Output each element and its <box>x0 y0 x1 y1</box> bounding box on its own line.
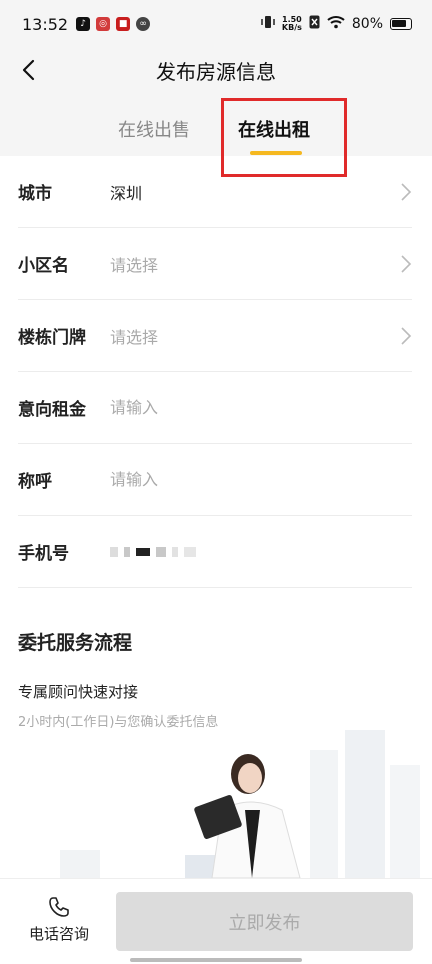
sync-icon: ∞ <box>136 17 151 31</box>
building-label: 楼栋门牌 <box>18 328 86 348</box>
mask-block <box>136 547 150 556</box>
rent-input[interactable] <box>110 398 350 417</box>
chevron-left-icon <box>22 59 35 81</box>
name-label: 称呼 <box>18 472 52 492</box>
status-right: 1.50 KB/s 80% <box>261 15 412 33</box>
building-row[interactable]: 楼栋门牌 请选择 <box>18 300 412 372</box>
phone-icon <box>49 897 69 917</box>
battery-percent: 80% <box>351 16 383 32</box>
battery-icon <box>390 18 412 30</box>
status-left: 13:52 ♪ ◎ ■ ∞ <box>22 14 151 34</box>
status-time: 13:52 <box>22 14 69 34</box>
chevron-right-icon <box>401 327 412 345</box>
mask-block <box>184 546 196 557</box>
community-row[interactable]: 小区名 请选择 <box>18 228 412 300</box>
header: 发布房源信息 <box>0 48 432 92</box>
active-tab-indicator <box>250 151 302 155</box>
net-speed-unit: KB/s <box>281 23 302 32</box>
rent-row: 意向租金 <box>18 372 412 444</box>
vibrate-icon <box>261 15 275 33</box>
bank-app-icon: ◎ <box>96 17 111 31</box>
tab-rent[interactable]: 在线出租 <box>238 116 310 142</box>
chevron-right-icon <box>401 255 412 273</box>
step-description: 2小时内(工作日)与您确认委托信息 <box>18 715 219 730</box>
wifi-icon <box>327 15 345 33</box>
mask-block <box>172 546 178 557</box>
page-title: 发布房源信息 <box>156 59 276 84</box>
net-speed: 1.50 KB/s <box>282 16 302 32</box>
listing-form: 城市 深圳 小区名 请选择 楼栋门牌 请选择 意向租金 称呼 手机号 <box>0 156 432 588</box>
city-value: 深圳 <box>110 183 143 203</box>
city-label: 城市 <box>18 184 52 204</box>
phone-consult-button[interactable]: 电话咨询 <box>20 895 98 951</box>
mask-block <box>124 546 130 557</box>
bottom-bar: 电话咨询 立即发布 <box>0 878 432 964</box>
status-bar: 13:52 ♪ ◎ ■ ∞ 1.50 KB/s 80% <box>0 0 432 48</box>
phone-row: 手机号 <box>18 516 412 588</box>
city-row[interactable]: 城市 深圳 <box>18 156 412 228</box>
building-select[interactable]: 请选择 <box>110 324 158 348</box>
phone-label: 手机号 <box>18 544 69 564</box>
news-app-icon: ■ <box>116 17 131 31</box>
name-input[interactable] <box>110 470 350 489</box>
chevron-right-icon <box>401 183 412 201</box>
name-row: 称呼 <box>18 444 412 516</box>
tiktok-icon: ♪ <box>76 17 91 31</box>
community-label: 小区名 <box>18 256 69 276</box>
home-indicator[interactable] <box>130 958 302 962</box>
no-sim-icon <box>309 15 320 33</box>
back-button[interactable] <box>14 56 42 84</box>
mask-block <box>156 546 166 557</box>
community-select[interactable]: 请选择 <box>110 252 158 276</box>
publish-button[interactable]: 立即发布 <box>116 892 413 951</box>
mask-block <box>110 546 118 557</box>
step-title: 专属顾问快速对接 <box>18 683 139 701</box>
process-title: 委托服务流程 <box>18 632 133 654</box>
phone-consult-label: 电话咨询 <box>28 925 89 943</box>
consultant-illustration <box>0 730 432 878</box>
tab-bar: 在线出售 在线出租 <box>0 92 432 156</box>
phone-input-masked[interactable] <box>110 546 196 557</box>
tab-sale[interactable]: 在线出售 <box>118 116 190 142</box>
rent-label: 意向租金 <box>18 400 86 420</box>
